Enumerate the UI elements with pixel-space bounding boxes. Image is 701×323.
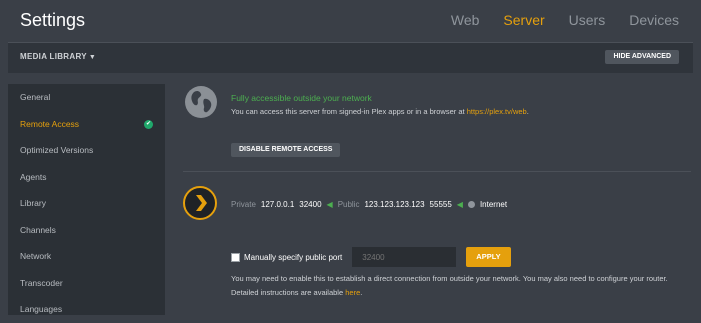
page-title: Settings bbox=[20, 10, 86, 30]
sidebar-item-remote-access[interactable]: Remote Access ✔ bbox=[8, 111, 165, 138]
apply-button[interactable]: APPLY bbox=[466, 247, 511, 267]
media-library-menu[interactable]: MEDIA LIBRARY ▼ bbox=[20, 52, 96, 61]
settings-sidebar: General Remote Access ✔ Optimized Version… bbox=[8, 84, 165, 315]
remote-description: You can access this server from signed-i… bbox=[231, 107, 529, 116]
manual-port-label: Manually specify public port bbox=[244, 252, 343, 262]
remote-status: Fully accessible outside your network bbox=[231, 93, 372, 103]
sidebar-item-label: Network bbox=[20, 251, 52, 261]
manual-port-checkbox[interactable] bbox=[231, 252, 240, 262]
tab-users[interactable]: Users bbox=[569, 12, 606, 28]
plex-web-link[interactable]: https://plex.tv/web bbox=[467, 107, 527, 116]
check-icon: ✔ bbox=[144, 119, 153, 129]
caret-down-icon: ▼ bbox=[88, 54, 97, 61]
media-library-label: MEDIA LIBRARY bbox=[20, 52, 87, 61]
sidebar-item-label: Remote Access bbox=[20, 118, 80, 129]
sidebar-item-label: General bbox=[20, 92, 51, 102]
port-info-end: . bbox=[360, 288, 363, 297]
sidebar-item-label: Channels bbox=[20, 224, 56, 235]
sidebar-item-label: Agents bbox=[20, 171, 47, 182]
port-info-text: You may need to enable this to establish… bbox=[231, 272, 681, 300]
public-ip: 123.123.123.123 bbox=[364, 200, 425, 209]
public-port-input[interactable] bbox=[352, 247, 457, 267]
manual-port-row: Manually specify public port APPLY bbox=[231, 247, 511, 267]
top-nav: Web Server Users Devices bbox=[451, 12, 679, 28]
internet-icon bbox=[467, 201, 475, 208]
sidebar-item-transcoder[interactable]: Transcoder bbox=[8, 270, 165, 297]
sidebar-item-general[interactable]: General bbox=[8, 84, 165, 111]
sidebar-item-channels[interactable]: Channels bbox=[8, 217, 165, 244]
plex-logo-icon bbox=[183, 186, 217, 220]
remote-description-end: . bbox=[526, 107, 529, 116]
sidebar-item-library[interactable]: Library bbox=[8, 190, 165, 217]
private-label: Private bbox=[231, 200, 256, 209]
connection-status: Private 127.0.0.1 32400 ◀ Public 123.123… bbox=[231, 200, 507, 209]
header: Settings Web Server Users Devices bbox=[0, 0, 701, 42]
disable-remote-access-button[interactable]: DISABLE REMOTE ACCESS bbox=[231, 143, 341, 157]
arrow-left-icon: ◀ bbox=[456, 200, 463, 209]
sidebar-item-network[interactable]: Network bbox=[8, 243, 165, 270]
public-label: Public bbox=[337, 200, 360, 209]
tab-devices[interactable]: Devices bbox=[629, 12, 679, 28]
internet-label: Internet bbox=[479, 200, 508, 209]
sidebar-item-label: Library bbox=[20, 198, 46, 208]
tab-web[interactable]: Web bbox=[451, 12, 480, 28]
arrow-left-icon: ◀ bbox=[326, 200, 333, 209]
instructions-link[interactable]: here bbox=[345, 288, 360, 297]
private-port: 32400 bbox=[299, 200, 322, 209]
sidebar-item-languages[interactable]: Languages bbox=[8, 296, 165, 323]
sidebar-item-label: Optimized Versions bbox=[20, 145, 94, 155]
port-info-body: You may need to enable this to establish… bbox=[231, 274, 668, 297]
sidebar-item-optimized-versions[interactable]: Optimized Versions bbox=[8, 137, 165, 164]
private-ip: 127.0.0.1 bbox=[260, 200, 295, 209]
globe-icon bbox=[185, 86, 217, 118]
sidebar-item-agents[interactable]: Agents bbox=[8, 164, 165, 191]
remote-access-panel: Fully accessible outside your network Yo… bbox=[165, 84, 701, 315]
sidebar-item-label: Transcoder bbox=[20, 277, 63, 288]
hide-advanced-button[interactable]: HIDE ADVANCED bbox=[605, 50, 679, 64]
remote-description-text: You can access this server from signed-i… bbox=[231, 107, 465, 116]
sub-toolbar: MEDIA LIBRARY ▼ HIDE ADVANCED bbox=[8, 42, 693, 73]
tab-server[interactable]: Server bbox=[503, 12, 544, 28]
public-port: 55555 bbox=[429, 200, 452, 209]
divider bbox=[183, 171, 691, 172]
sidebar-item-label: Languages bbox=[20, 304, 63, 314]
